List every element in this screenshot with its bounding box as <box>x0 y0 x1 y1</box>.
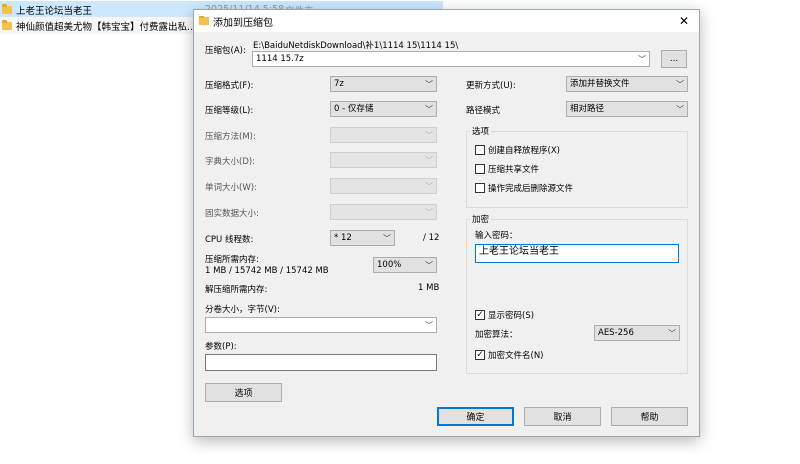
update-value: 添加并替换文件 <box>570 79 630 89</box>
method-select: ﹀ <box>330 127 437 143</box>
chevron-down-icon: ﹀ <box>425 321 433 330</box>
threads-label: CPU 线程数: <box>205 235 254 245</box>
threads-value: * 12 <box>334 233 352 243</box>
path-mode-label: 路径模式 <box>466 106 501 116</box>
dict-label: 字典大小(D): <box>205 157 256 167</box>
encrypt-names-checkbox[interactable]: ✓ 加密文件名(N) <box>475 349 544 361</box>
cancel-button[interactable]: 取消 <box>524 407 601 426</box>
level-select[interactable]: 0 - 仅存储 ﹀ <box>330 101 437 117</box>
dict-select: ﹀ <box>330 152 437 168</box>
format-label: 压缩格式(F): <box>205 81 254 91</box>
checkbox-box <box>475 145 485 155</box>
level-label: 压缩等级(L): <box>205 106 254 116</box>
archive-path: E:\BaiduNetdiskDownload\补1\1114 15\1114 … <box>253 41 459 51</box>
chevron-down-icon: ﹀ <box>425 131 433 140</box>
encrypt-method-select[interactable]: AES-256 ﹀ <box>594 325 680 341</box>
file-name: 上老王论坛当老王 <box>16 5 93 17</box>
mem-label: 压缩所需内存: <box>205 255 259 265</box>
method-label: 压缩方法(M): <box>205 132 256 142</box>
browse-button[interactable]: ... <box>661 50 687 68</box>
delete-source-checkbox-label: 操作完成后删除源文件 <box>488 184 574 194</box>
delete-source-checkbox[interactable]: 操作完成后删除源文件 <box>475 182 573 194</box>
ok-button[interactable]: 确定 <box>437 407 514 426</box>
encrypt-names-label: 加密文件名(N) <box>488 351 544 361</box>
file-name: 神仙颜值超美尤物【韩宝宝】付费露出私... <box>16 21 197 33</box>
chevron-down-icon: ﹀ <box>425 105 433 114</box>
options-button[interactable]: 选项 <box>205 383 282 402</box>
params-input[interactable] <box>205 354 437 371</box>
checkbox-box <box>475 183 485 193</box>
close-button[interactable]: ✕ <box>669 10 699 32</box>
update-label: 更新方式(U): <box>466 81 516 91</box>
password-input[interactable]: 上老王论坛当老王 <box>475 244 679 263</box>
mem-value: 100% <box>377 260 402 270</box>
title-bar: 添加到压缩包 ✕ <box>194 10 699 32</box>
level-value: 0 - 仅存储 <box>334 104 374 114</box>
cancel-button-label: 取消 <box>553 413 572 423</box>
add-to-archive-dialog: 添加到压缩包 ✕ 压缩包(A): E:\BaiduNetdiskDownload… <box>193 9 700 437</box>
chevron-down-icon: ﹀ <box>425 156 433 165</box>
chevron-down-icon: ﹀ <box>676 105 684 114</box>
checkmark-icon: ✓ <box>475 350 485 360</box>
ok-button-label: 确定 <box>466 413 485 423</box>
threads-select[interactable]: * 12 ﹀ <box>330 230 395 246</box>
checkbox-box <box>475 164 485 174</box>
mem-select[interactable]: 100% ﹀ <box>373 257 437 273</box>
folder-icon <box>2 19 12 30</box>
split-label: 分卷大小，字节(V): <box>205 305 280 315</box>
update-select[interactable]: 添加并替换文件 ﹀ <box>566 76 688 92</box>
format-value: 7z <box>334 79 344 89</box>
password-label: 输入密码： <box>475 231 518 241</box>
decomp-label: 解压缩所需内存: <box>205 285 268 295</box>
solid-label: 固实数据大小: <box>205 209 259 219</box>
close-icon: ✕ <box>678 14 690 28</box>
mem-detail: 1 MB / 15742 MB / 15742 MB <box>205 266 329 276</box>
chevron-down-icon: ﹀ <box>425 182 433 191</box>
word-select: ﹀ <box>330 178 437 194</box>
options-group-title: 选项 <box>470 125 492 137</box>
sfx-checkbox-label: 创建自释放程序(X) <box>488 146 560 156</box>
sfx-checkbox[interactable]: 创建自释放程序(X) <box>475 144 560 156</box>
folder-icon <box>2 3 12 14</box>
password-value: 上老王论坛当老王 <box>479 246 559 257</box>
browse-label: ... <box>669 54 679 64</box>
help-button[interactable]: 帮助 <box>611 407 688 426</box>
encrypt-method-value: AES-256 <box>598 328 634 338</box>
path-mode-select[interactable]: 相对路径 ﹀ <box>566 101 688 117</box>
solid-select: ﹀ <box>330 204 437 220</box>
chevron-down-icon: ﹀ <box>425 80 433 89</box>
help-button-label: 帮助 <box>640 413 659 423</box>
params-label: 参数(P): <box>205 342 237 352</box>
decomp-value: 1 MB <box>418 283 440 293</box>
chevron-down-icon: ﹀ <box>668 329 676 338</box>
archive-name-value: 1114 15.7z <box>256 54 304 64</box>
shared-checkbox-label: 压缩共享文件 <box>488 165 540 175</box>
checkmark-icon: ✓ <box>475 310 485 320</box>
archive-icon <box>199 16 209 25</box>
word-label: 单词大小(W): <box>205 183 257 193</box>
show-password-label: 显示密码(S) <box>488 311 535 321</box>
path-mode-value: 相对路径 <box>570 104 605 114</box>
archive-label: 压缩包(A): <box>205 46 246 56</box>
chevron-down-icon: ﹀ <box>425 208 433 217</box>
encrypt-method-label: 加密算法： <box>475 330 518 340</box>
show-password-checkbox[interactable]: ✓ 显示密码(S) <box>475 309 534 321</box>
split-combo[interactable]: ﹀ <box>205 317 437 333</box>
shared-checkbox[interactable]: 压缩共享文件 <box>475 163 539 175</box>
encryption-group-title: 加密 <box>470 213 492 225</box>
chevron-down-icon: ﹀ <box>383 234 391 243</box>
format-select[interactable]: 7z ﹀ <box>330 76 437 92</box>
threads-max: / 12 <box>423 233 440 243</box>
archive-name-combo[interactable]: 1114 15.7z ﹀ <box>252 51 650 67</box>
chevron-down-icon: ﹀ <box>638 55 646 64</box>
chevron-down-icon: ﹀ <box>425 261 433 270</box>
dialog-title: 添加到压缩包 <box>213 18 273 29</box>
chevron-down-icon: ﹀ <box>676 80 684 89</box>
options-button-label: 选项 <box>234 389 253 399</box>
